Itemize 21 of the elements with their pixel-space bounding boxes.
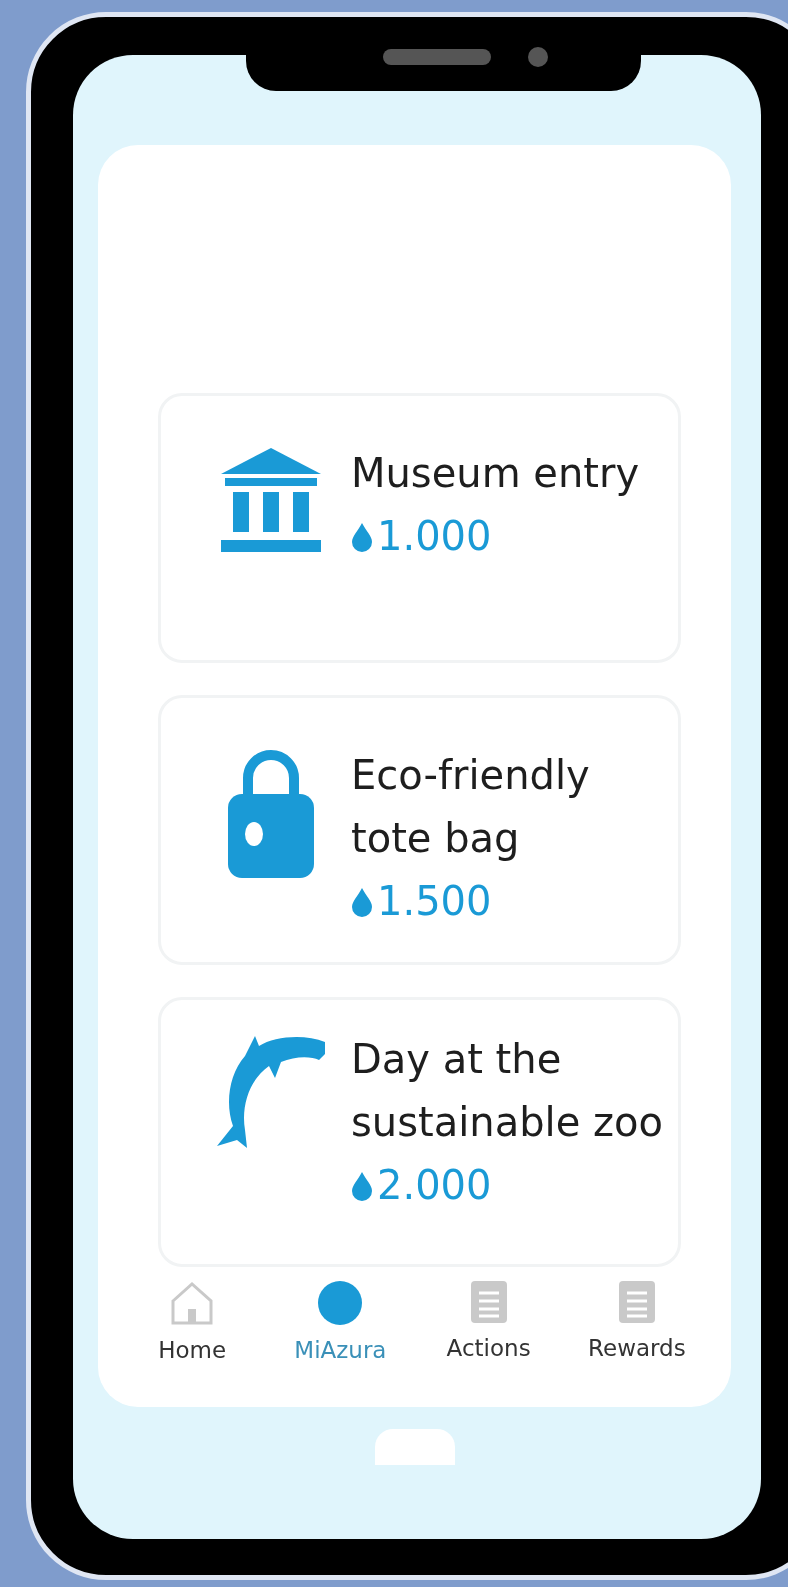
drop-icon — [351, 1170, 373, 1201]
reward-title: Eco-friendly tote bag — [351, 751, 591, 863]
reward-title: Day at the sustainable zoo — [351, 1035, 664, 1147]
reward-price: 2.000 — [377, 1161, 492, 1210]
nav-tab[interactable]: Rewards — [562, 1275, 711, 1369]
nav-tab[interactable]: MiAzura — [266, 1275, 415, 1369]
drop-icon — [351, 521, 373, 552]
home-icon — [169, 1281, 216, 1325]
reward-card[interactable]: Day at the sustainable zoo 2.000 — [158, 997, 681, 1267]
reward-card[interactable]: Eco-friendly tote bag 1.500 — [158, 695, 681, 965]
document-icon — [618, 1281, 655, 1323]
nav-tab[interactable]: Actions — [414, 1275, 563, 1369]
nav-tab[interactable]: Home — [118, 1275, 267, 1369]
reward-title: Museum entry — [351, 449, 640, 498]
drop-icon — [351, 886, 373, 917]
reward-price: 1.000 — [377, 512, 492, 561]
circle-icon — [318, 1281, 363, 1325]
reward-card[interactable]: Museum entry 1.000 — [158, 393, 681, 663]
padlock-bag-icon — [228, 750, 314, 878]
document-icon — [470, 1281, 507, 1323]
reward-price: 1.500 — [377, 877, 492, 926]
